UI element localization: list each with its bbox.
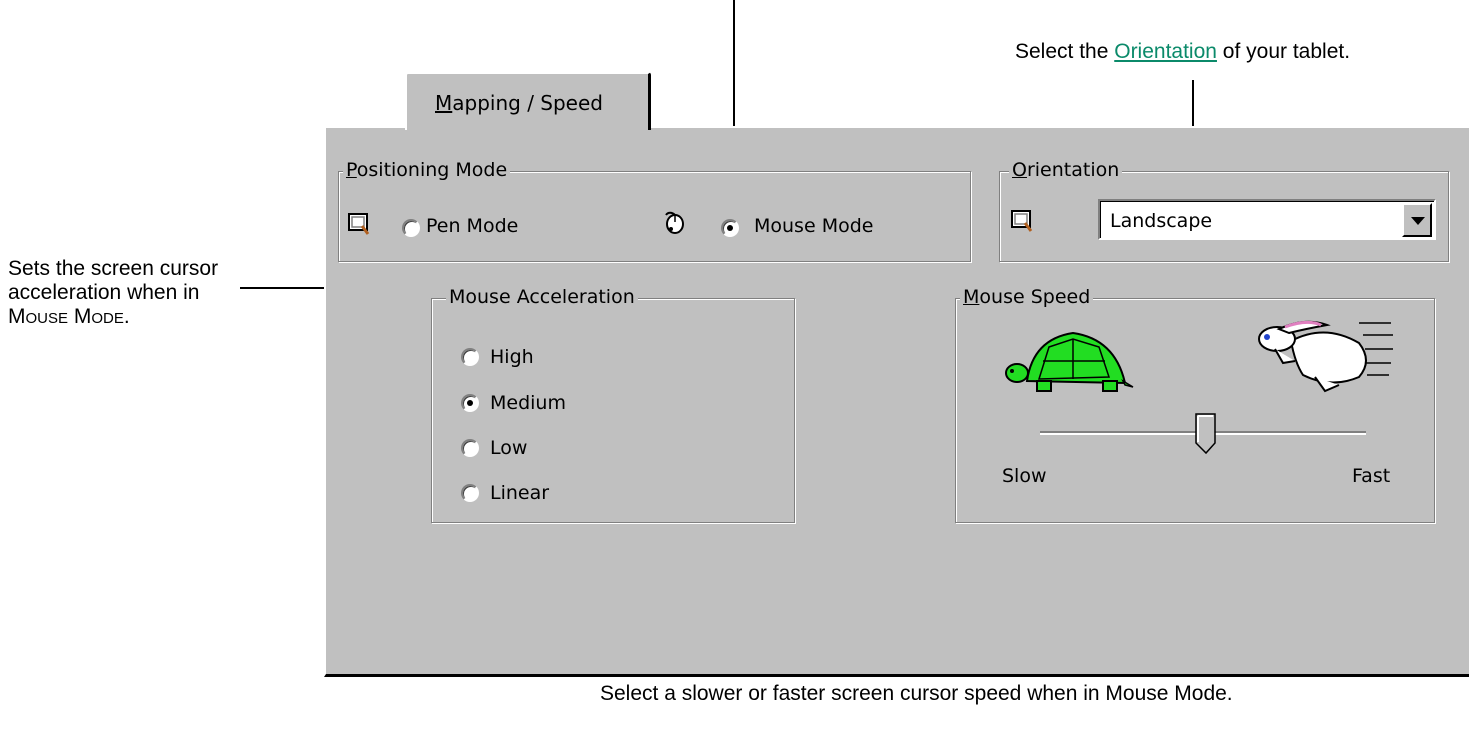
speed-slow-label: Slow (1002, 465, 1047, 487)
acceleration-callout-line3: Mouse Mode. (8, 305, 130, 328)
positioning-mode-legend: Positioning Mode (343, 159, 511, 181)
acceleration-medium-radio[interactable] (461, 394, 479, 412)
mouse-acceleration-group: Mouse Acceleration (431, 286, 795, 523)
pen-mode-radio[interactable] (402, 219, 420, 237)
mouse-icon (665, 211, 684, 234)
acceleration-linear-label[interactable]: Linear (490, 482, 549, 504)
orientation-callout-prefix: Select the (1015, 40, 1115, 63)
acceleration-high-radio[interactable] (461, 348, 479, 366)
mouse-acceleration-legend: Mouse Acceleration (446, 286, 638, 308)
mouse-speed-legend: Mouse Speed (960, 286, 1094, 308)
pen-mode-label[interactable]: Pen Mode (426, 215, 518, 237)
tablet-icon (1011, 210, 1033, 232)
turtle-icon (1005, 331, 1134, 392)
rabbit-icon (1258, 320, 1393, 393)
tab-label: Mapping / Speed (435, 91, 603, 115)
acceleration-linear-radio[interactable] (461, 484, 479, 502)
mouse-mode-radio[interactable] (721, 219, 739, 237)
mouse-speed-slider-thumb[interactable] (1195, 413, 1217, 455)
orientation-help-link[interactable]: Orientation (1114, 40, 1217, 63)
orientation-callout-suffix: of your tablet. (1216, 40, 1351, 63)
orientation-select-value: Landscape (1110, 210, 1213, 232)
orientation-legend: Orientation (1009, 159, 1123, 181)
orientation-callout: Select the Orientation of your tablet. (1015, 40, 1350, 64)
tab-mapping-speed[interactable]: Mapping / Speed (405, 72, 651, 130)
orientation-select[interactable]: Landscape (1098, 199, 1436, 240)
acceleration-low-radio[interactable] (461, 439, 479, 457)
acceleration-low-label[interactable]: Low (490, 437, 527, 459)
acceleration-callout: Sets the screen cursor acceleration when… (8, 257, 218, 329)
acceleration-medium-label[interactable]: Medium (490, 392, 566, 414)
chevron-down-icon[interactable] (1402, 203, 1432, 237)
acceleration-callout-line1: Sets the screen cursor (8, 257, 219, 280)
speed-callout: Select a slower or faster screen cursor … (600, 682, 1233, 705)
acceleration-high-label[interactable]: High (490, 346, 534, 368)
speed-fast-label: Fast (1352, 465, 1391, 487)
mouse-mode-label[interactable]: Mouse Mode (754, 215, 873, 237)
acceleration-callout-line2: acceleration when in (8, 281, 200, 304)
tablet-icon (348, 213, 370, 235)
